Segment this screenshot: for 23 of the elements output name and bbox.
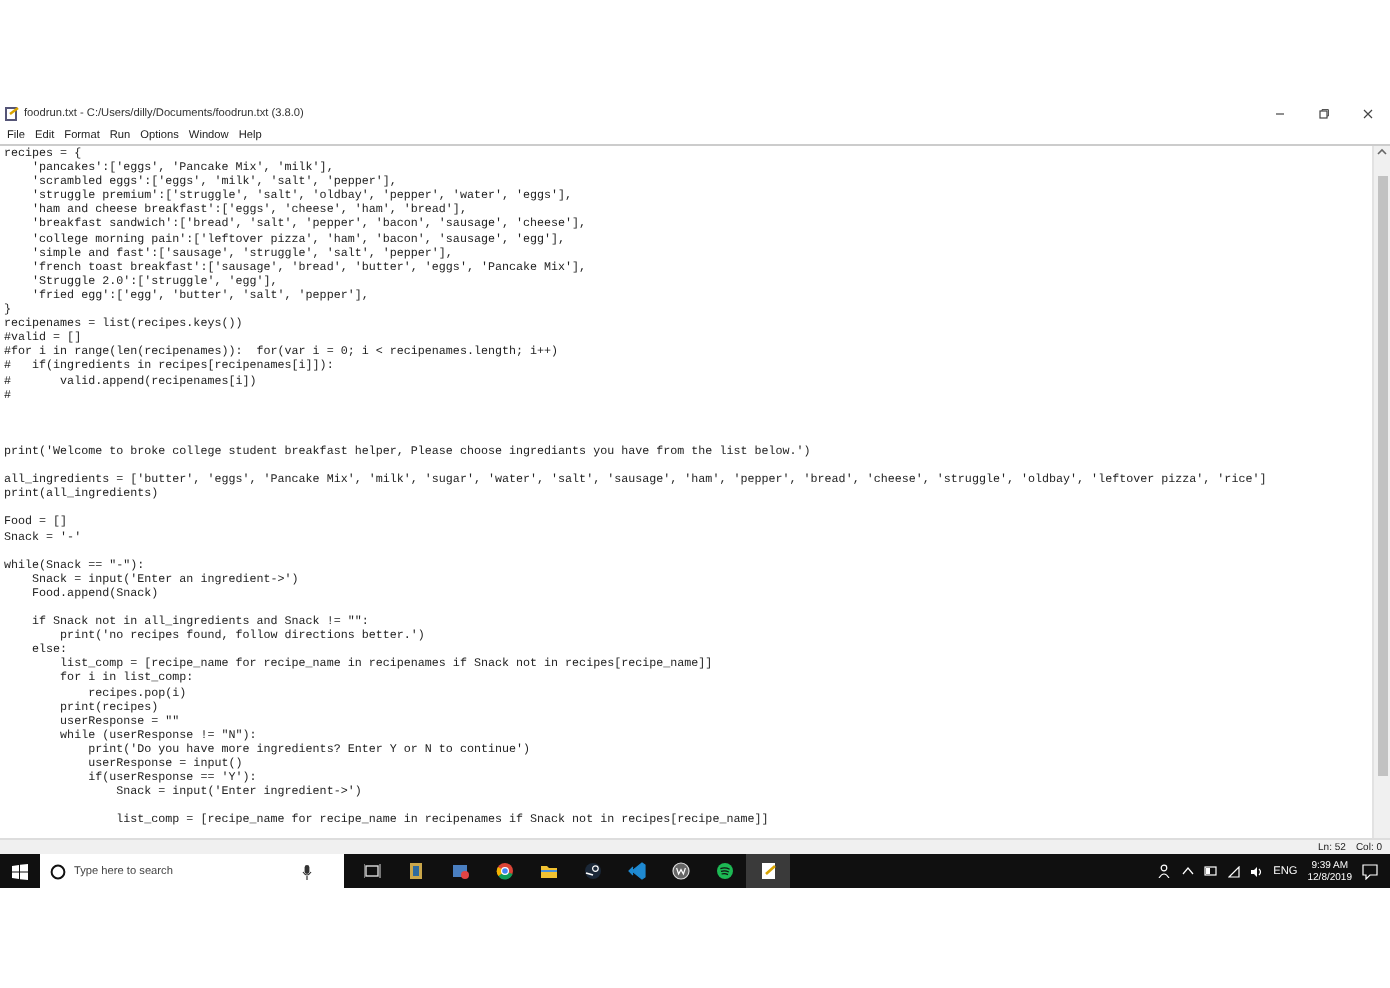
task-view-icon [363, 862, 381, 880]
taskbar-app-button[interactable] [746, 854, 790, 888]
minimize-icon [1274, 107, 1286, 119]
windows-logo-icon [12, 863, 28, 879]
circle-w-icon [671, 862, 689, 880]
close-icon [1362, 107, 1374, 119]
browser-icon [495, 862, 513, 880]
volume-icon [1249, 865, 1264, 877]
folder-icon [539, 862, 557, 880]
document-icon [4, 105, 20, 121]
caret-up-icon [1181, 866, 1194, 876]
scrollbar-thumb[interactable] [1377, 176, 1387, 776]
notifications-icon [1362, 863, 1378, 879]
music-app-icon [715, 862, 733, 880]
microphone-icon [302, 863, 312, 879]
scroll-up-icon[interactable] [1376, 146, 1388, 158]
scrollbar[interactable] [1372, 146, 1390, 838]
people-icon [1157, 864, 1172, 878]
code-editor-icon [627, 862, 645, 880]
restore-icon [1318, 107, 1330, 119]
notepad-icon [759, 862, 777, 880]
search-icon [50, 863, 66, 879]
battery-icon [1203, 866, 1218, 876]
